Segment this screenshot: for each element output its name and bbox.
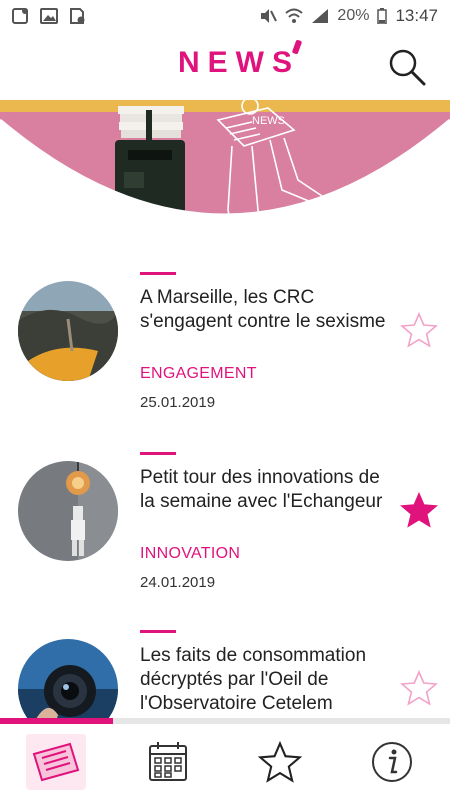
article-card[interactable]: Les faits de consommation décryptés par … [0, 610, 450, 720]
storage-icon [70, 8, 85, 24]
article-card[interactable]: A Marseille, les CRC s'engagent contre l… [0, 250, 450, 430]
favorite-button[interactable] [400, 491, 438, 528]
accent-line [140, 452, 176, 455]
bottom-navigation [0, 724, 450, 800]
article-date: 24.01.2019 [140, 574, 216, 591]
accent-line [140, 630, 176, 633]
article-thumbnail[interactable] [18, 281, 118, 381]
star-filled-icon [400, 491, 438, 528]
hero-illustration: NEWS [0, 100, 450, 217]
article-date: 25.01.2019 [140, 394, 216, 411]
star-outline-icon [400, 669, 438, 706]
favorite-button[interactable] [400, 311, 438, 348]
article-title: Les faits de consommation décryptés par … [140, 645, 367, 714]
logo-apostrophe [291, 39, 303, 55]
battery-percent: 20% [337, 7, 370, 24]
article-category: ENGAGEMENT [140, 365, 257, 382]
clock: 13:47 [395, 6, 438, 25]
thumbnail-image [18, 639, 118, 720]
star-outline-icon [400, 311, 438, 348]
gallery-icon [40, 8, 58, 24]
favorite-button[interactable] [400, 669, 438, 706]
star-icon [258, 741, 302, 783]
nav-favorites[interactable] [250, 734, 310, 790]
app-logo: NEWS [178, 46, 300, 79]
thumbnail-image [18, 281, 118, 381]
search-button[interactable] [386, 46, 428, 88]
calendar-icon [149, 742, 187, 781]
notification-icon [12, 8, 28, 24]
article-thumbnail[interactable] [18, 461, 118, 561]
accent-line [140, 272, 176, 275]
search-icon [389, 49, 426, 86]
status-right: 20% 13:47 [259, 6, 438, 26]
article-title: Petit tour des innovations de la semaine… [140, 467, 383, 512]
nav-info[interactable] [362, 734, 422, 790]
thumbnail-image [18, 461, 118, 561]
battery-icon [377, 8, 388, 24]
hero-banner[interactable]: NEWS [0, 100, 450, 250]
article-thumbnail[interactable] [18, 639, 118, 720]
app-header: NEWS [0, 32, 450, 100]
signal-icon [312, 9, 329, 23]
newspaper-icon [32, 742, 80, 782]
hero-sign-text: NEWS [252, 115, 285, 127]
article-card[interactable]: Petit tour des innovations de la semaine… [0, 430, 450, 610]
wifi-icon [285, 8, 304, 23]
mute-icon [261, 9, 278, 23]
nav-news[interactable] [26, 734, 86, 790]
article-title: A Marseille, les CRC s'engagent contre l… [140, 287, 386, 332]
nav-calendar[interactable] [138, 734, 198, 790]
article-category: INNOVATION [140, 545, 241, 562]
article-list[interactable]: A Marseille, les CRC s'engagent contre l… [0, 250, 450, 720]
info-icon [372, 742, 412, 782]
status-bar: 20% 13:47 [0, 0, 450, 32]
status-left [12, 8, 86, 24]
